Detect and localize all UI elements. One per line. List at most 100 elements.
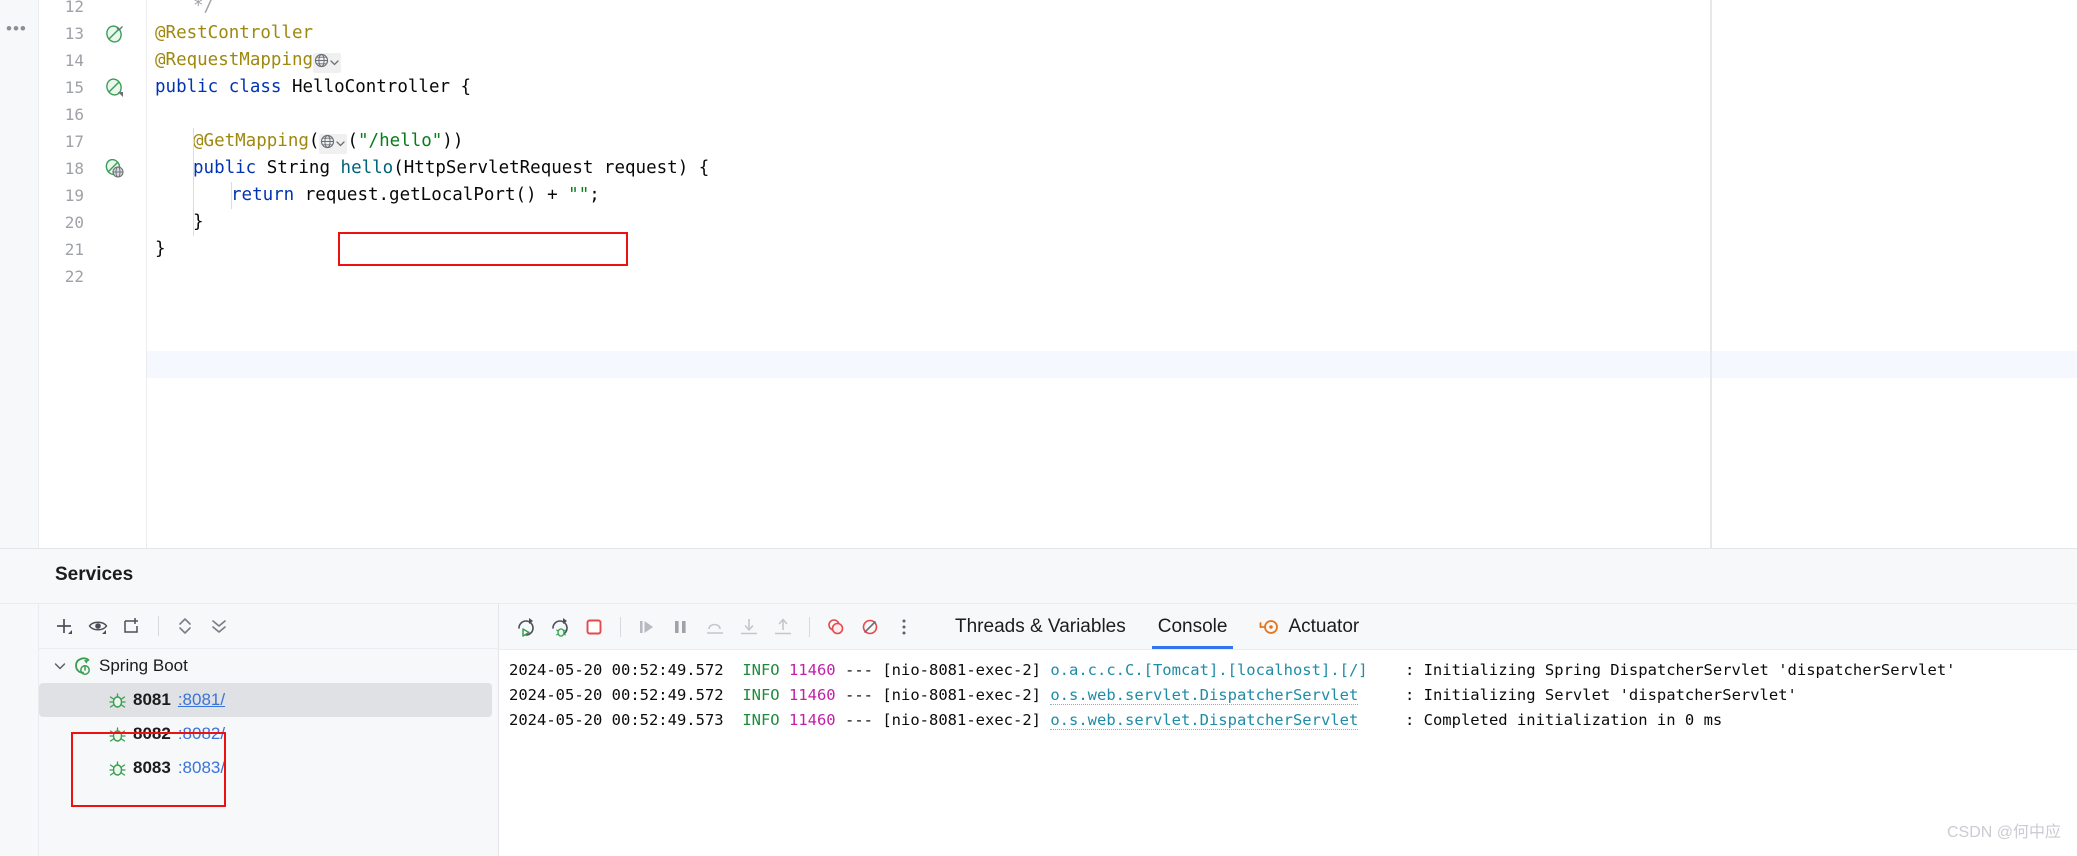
stop-button[interactable] — [577, 610, 611, 644]
add-service-button[interactable] — [47, 609, 81, 643]
globe-icon[interactable] — [319, 134, 348, 154]
code-token: HelloController { — [291, 77, 472, 97]
gutter-line[interactable]: 20 — [39, 209, 146, 236]
line-number: 13 — [64, 24, 84, 43]
editor-gutter[interactable]: 12 13 14 15 16 17 18 19 20 21 22 — [39, 0, 147, 548]
tree-service-row[interactable]: 8081:8081/ — [39, 683, 492, 717]
tab-actuator[interactable]: Actuator — [1243, 604, 1375, 649]
bean-check-icon[interactable] — [105, 24, 124, 43]
mute-breakpoints-button[interactable] — [853, 610, 887, 644]
rerun-debug-icon — [548, 615, 572, 639]
add-tab-button[interactable] — [115, 609, 149, 643]
service-url-link[interactable]: :8083/ — [178, 758, 225, 778]
more-options-button[interactable] — [887, 610, 921, 644]
run-panel-tabs: Threads & Variables Console Actuator — [939, 604, 1375, 649]
bean-icon[interactable] — [105, 78, 124, 97]
tab-label: Threads & Variables — [955, 616, 1126, 637]
more-breadcrumb-icon[interactable]: ••• — [6, 20, 32, 37]
step-out-icon — [771, 615, 795, 639]
gutter-line[interactable]: 16 — [39, 101, 146, 128]
log-msg: : Initializing Spring DispatcherServlet … — [1404, 661, 1956, 679]
expand-all-button[interactable] — [168, 609, 202, 643]
services-tool-window: Services Spring Boot 8081:8081/8082 :8082/… — [0, 548, 2077, 856]
code-content[interactable]: */ @RestController @RequestMapping public c… — [147, 0, 2077, 548]
line-number: 14 — [64, 51, 84, 70]
gutter-line[interactable]: 15 — [39, 74, 146, 101]
log-thread: [nio-8081-exec-2] — [882, 686, 1041, 704]
log-logger[interactable]: o.s.web.servlet.DispatcherServlet — [1050, 686, 1359, 705]
gutter-line[interactable]: 19 — [39, 182, 146, 209]
tree-service-row[interactable]: 8083:8083/ — [39, 751, 498, 785]
rerun-debug-button[interactable] — [543, 610, 577, 644]
log-dash: --- — [845, 686, 873, 704]
line-number: 21 — [64, 240, 84, 259]
code-token: String — [266, 158, 341, 178]
code-line[interactable]: } — [155, 236, 166, 263]
ide-window: ••• 12 13 14 15 16 17 18 19 20 21 22 */ @RestContro… — [0, 0, 2077, 856]
tab-console[interactable]: Console — [1142, 604, 1244, 649]
code-line[interactable]: @RestController — [155, 20, 313, 47]
bean-web-icon[interactable] — [105, 159, 124, 178]
code-line[interactable]: public class HelloController { — [155, 74, 471, 101]
services-title: Services — [55, 564, 134, 585]
run-debug-panel: Threads & Variables Console Actuator 2024-… — [499, 604, 2077, 856]
step-into-button[interactable] — [732, 610, 766, 644]
line-number: 16 — [64, 105, 84, 124]
step-out-button[interactable] — [766, 610, 800, 644]
console-output[interactable]: 2024-05-20 00:52:49.572 INFO 11460 --- [… — [499, 650, 2077, 856]
chevron-down-icon[interactable] — [48, 658, 72, 674]
tree-item-label: 8082 — [133, 724, 171, 743]
code-editor[interactable]: ••• 12 13 14 15 16 17 18 19 20 21 22 */ @RestContro… — [0, 0, 2077, 548]
code-line[interactable]: return request.getLocalPort() + ""; — [231, 182, 600, 209]
log-info: INFO — [742, 711, 780, 729]
collapse-all-button[interactable] — [202, 609, 236, 643]
indent-guide — [193, 128, 194, 236]
code-line[interactable]: public String hello(HttpServletRequest r… — [193, 155, 709, 182]
gutter-line[interactable]: 14 — [39, 47, 146, 74]
gutter-line[interactable]: 12 — [39, 0, 146, 20]
view-breakpoints-button[interactable] — [819, 610, 853, 644]
log-ts: 2024-05-20 00:52:49.573 — [509, 711, 724, 729]
tab-label: Actuator — [1288, 616, 1360, 637]
log-dash: --- — [845, 711, 873, 729]
service-url-link[interactable]: :8082/ — [178, 724, 225, 744]
rerun-button[interactable] — [509, 610, 543, 644]
line-number: 15 — [64, 78, 84, 97]
gutter-line[interactable]: 18 — [39, 155, 146, 182]
pause-program-button[interactable] — [664, 610, 698, 644]
gutter-line[interactable]: 13 — [39, 20, 146, 47]
code-token: return — [231, 185, 305, 205]
code-token: @RequestMapping — [155, 50, 314, 70]
log-msg: : Completed initialization in 0 ms — [1404, 711, 1723, 729]
code-line[interactable]: @RequestMapping — [155, 47, 342, 74]
show-services-button[interactable] — [81, 609, 115, 643]
gutter-line[interactable]: 21 — [39, 236, 146, 263]
log-logger[interactable]: o.a.c.c.C.[Tomcat].[localhost].[/] — [1050, 661, 1367, 679]
editor-vertical-splitter[interactable] — [1710, 0, 1712, 548]
console-log-line: 2024-05-20 00:52:49.572 INFO 11460 --- [… — [509, 683, 2077, 708]
gutter-line[interactable]: 22 — [39, 263, 146, 290]
code-line[interactable]: } — [193, 209, 204, 236]
log-logger[interactable]: o.s.web.servlet.DispatcherServlet — [1050, 711, 1359, 730]
globe-icon[interactable] — [313, 53, 342, 73]
code-token: public — [193, 158, 267, 178]
resume-program-button[interactable] — [630, 610, 664, 644]
code-line[interactable]: @GetMapping(("/hello")) — [193, 128, 463, 155]
breakpoints-icon — [824, 615, 848, 639]
services-toolbar[interactable] — [39, 604, 506, 649]
run-debug-toolbar[interactable]: Threads & Variables Console Actuator — [499, 604, 2077, 650]
log-pid: 11460 — [788, 686, 836, 704]
tab-threads-variables[interactable]: Threads & Variables — [939, 604, 1142, 649]
services-tree[interactable]: Spring Boot 8081:8081/8082 :8082/8083:8083… — [39, 649, 498, 856]
code-token: "" — [568, 185, 590, 205]
code-line[interactable]: */ — [193, 0, 214, 20]
indent-guide — [231, 182, 232, 209]
line-number: 19 — [64, 186, 84, 205]
tree-group-row[interactable]: Spring Boot — [39, 649, 498, 683]
editor-left-strip: ••• — [0, 0, 39, 548]
service-url-link[interactable]: :8081/ — [178, 690, 225, 710]
toolbar-separator — [809, 616, 810, 637]
gutter-line[interactable]: 17 — [39, 128, 146, 155]
step-over-button[interactable] — [698, 610, 732, 644]
tree-service-row[interactable]: 8082 :8082/ — [39, 717, 498, 751]
